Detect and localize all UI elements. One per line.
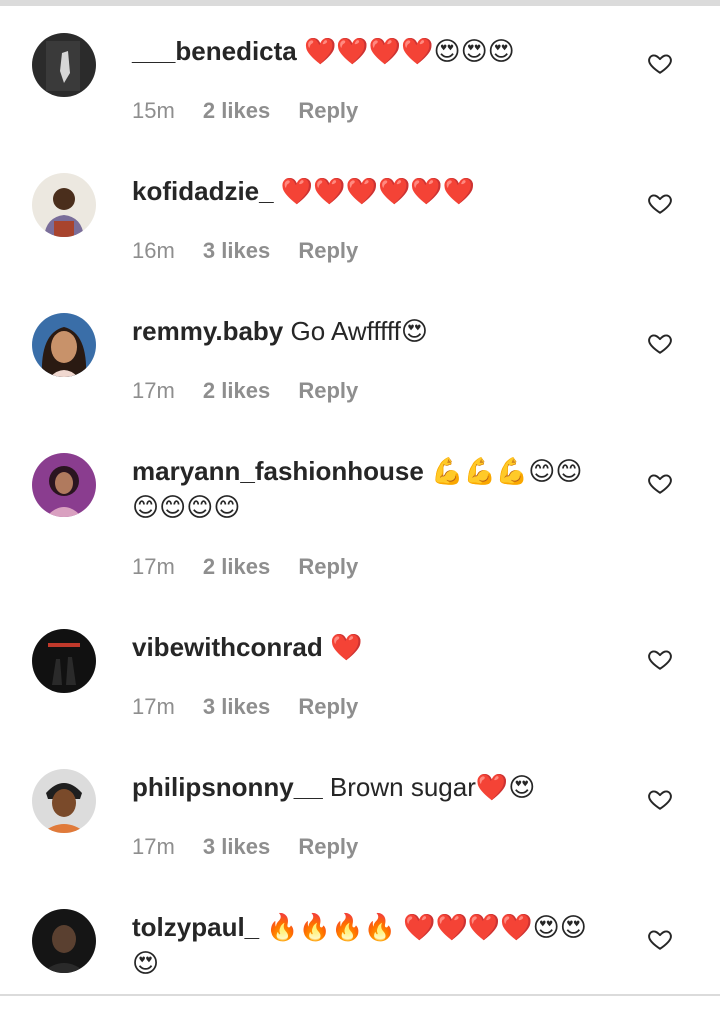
comment-likes[interactable]: 3 likes xyxy=(203,238,270,263)
comment-time: 17m xyxy=(132,554,175,579)
comment-time: 17m xyxy=(132,694,175,719)
heart-outline-icon[interactable] xyxy=(647,190,673,216)
comment-meta: 15m 2 likes Reply xyxy=(132,96,380,126)
comment-username[interactable]: maryann_fashionhouse xyxy=(132,456,424,486)
comment-body: Go Awfffff😍 xyxy=(290,316,428,346)
avatar[interactable] xyxy=(32,769,96,833)
comment-text: remmy.baby Go Awfffff😍 xyxy=(132,313,602,349)
comment-meta: 17m 2 likes Reply xyxy=(132,552,380,582)
comment-text: kofidadzie_ ❤️❤️❤️❤️❤️❤️ xyxy=(132,173,602,209)
reply-button[interactable]: Reply xyxy=(298,694,358,719)
comment-likes[interactable]: 2 likes xyxy=(203,378,270,403)
reply-button[interactable]: Reply xyxy=(298,98,358,123)
comment-body: Brown sugar❤️😍 xyxy=(329,772,536,802)
comment-username[interactable]: tolzypaul_ xyxy=(132,912,259,942)
comment-text: maryann_fashionhouse 💪💪💪😊😊😊😊😊😊 xyxy=(132,453,602,525)
comment-likes[interactable]: 3 likes xyxy=(203,694,270,719)
reply-button[interactable]: Reply xyxy=(298,238,358,263)
reply-button[interactable]: Reply xyxy=(298,554,358,579)
reply-button[interactable]: Reply xyxy=(298,378,358,403)
comment-likes[interactable]: 2 likes xyxy=(203,98,270,123)
comment-meta: 17m 3 likes Reply xyxy=(132,692,380,722)
comment-username[interactable]: remmy.baby xyxy=(132,316,283,346)
bottom-divider xyxy=(0,994,720,996)
avatar[interactable] xyxy=(32,629,96,693)
comment-text: tolzypaul_ 🔥🔥🔥🔥 ❤️❤️❤️❤️😍😍😍 xyxy=(132,909,602,981)
avatar[interactable] xyxy=(32,173,96,237)
comment-meta: 16m 3 likes Reply xyxy=(132,236,380,266)
top-divider xyxy=(0,0,720,6)
comment-meta: 17m 2 likes Reply xyxy=(132,376,380,406)
heart-outline-icon[interactable] xyxy=(647,50,673,76)
comment-time: 15m xyxy=(132,98,175,123)
comment-likes[interactable]: 3 likes xyxy=(203,834,270,859)
avatar[interactable] xyxy=(32,453,96,517)
comment-text: philipsnonny__ Brown sugar❤️😍 xyxy=(132,769,602,805)
comment-body: ❤️ xyxy=(329,632,363,662)
comment-time: 17m xyxy=(132,378,175,403)
comment-username[interactable]: kofidadzie_ xyxy=(132,176,274,206)
reply-button[interactable]: Reply xyxy=(298,834,358,859)
avatar[interactable] xyxy=(32,909,96,973)
comment-username[interactable]: philipsnonny__ xyxy=(132,772,323,802)
comment-text: ___benedicta ❤️❤️❤️❤️😍😍😍 xyxy=(132,33,602,69)
avatar[interactable] xyxy=(32,33,96,97)
comment-time: 16m xyxy=(132,238,175,263)
comment-meta: 17m 3 likes Reply xyxy=(132,832,380,862)
heart-outline-icon[interactable] xyxy=(647,470,673,496)
heart-outline-icon[interactable] xyxy=(647,786,673,812)
comment-username[interactable]: ___benedicta xyxy=(132,36,297,66)
heart-outline-icon[interactable] xyxy=(647,330,673,356)
comment-body: ❤️❤️❤️❤️😍😍😍 xyxy=(303,36,515,66)
comment-body: ❤️❤️❤️❤️❤️❤️ xyxy=(280,176,476,206)
heart-outline-icon[interactable] xyxy=(647,926,673,952)
comment-likes[interactable]: 2 likes xyxy=(203,554,270,579)
avatar[interactable] xyxy=(32,313,96,377)
comment-time: 17m xyxy=(132,834,175,859)
comment-username[interactable]: vibewithconrad xyxy=(132,632,323,662)
comment-text: vibewithconrad ❤️ xyxy=(132,629,602,665)
heart-outline-icon[interactable] xyxy=(647,646,673,672)
